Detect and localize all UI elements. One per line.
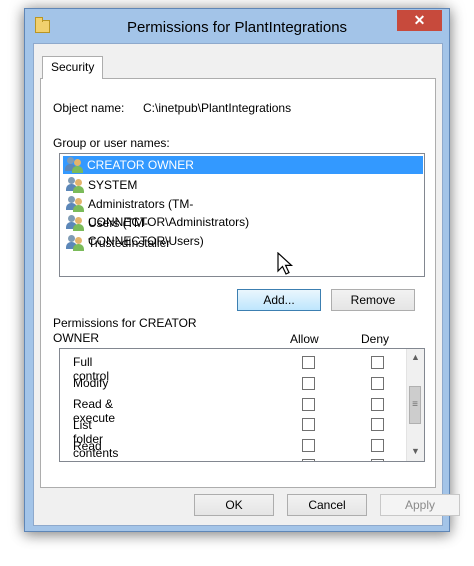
group-names-label: Group or user names: (53, 136, 170, 150)
list-folder-deny-checkbox[interactable] (371, 418, 384, 431)
title-bar[interactable]: Permissions for PlantIntegrations ✕ (25, 9, 449, 43)
close-button[interactable]: ✕ (397, 10, 442, 31)
list-item-creator-owner[interactable]: CREATOR OWNER (63, 156, 423, 174)
scroll-thumb[interactable]: ≡ (409, 386, 421, 424)
object-name-value: C:\inetpub\PlantIntegrations (143, 101, 292, 115)
users-icon (66, 215, 84, 231)
cancel-button[interactable]: Cancel (287, 494, 367, 516)
add-button[interactable]: Add... (237, 289, 321, 311)
list-item-label: TrustedInstaller (88, 236, 171, 250)
read-execute-allow-checkbox[interactable] (302, 398, 315, 411)
permissions-scrollbar[interactable]: ▲ ≡ ▼ (406, 349, 424, 461)
scroll-down-arrow-icon[interactable]: ▼ (407, 443, 424, 460)
read-execute-deny-checkbox[interactable] (371, 398, 384, 411)
users-icon (66, 177, 84, 193)
read-deny-checkbox[interactable] (371, 439, 384, 452)
window-title: Permissions for PlantIntegrations (126, 19, 348, 36)
permissions-dialog: Permissions for PlantIntegrations ✕ Secu… (24, 8, 460, 532)
tab-security[interactable]: Security (42, 56, 104, 79)
scroll-up-arrow-icon[interactable]: ▲ (407, 349, 424, 366)
next-allow-checkbox[interactable] (302, 459, 315, 461)
ok-button[interactable]: OK (194, 494, 274, 516)
permissions-heading-line2: OWNER (53, 331, 99, 345)
remove-button[interactable]: Remove (331, 289, 415, 311)
mouse-pointer-icon (277, 252, 294, 275)
permissions-heading: Permissions for CREATOR (53, 316, 197, 330)
object-name-label: Object name: (53, 101, 125, 115)
users-icon (66, 235, 84, 251)
read-allow-checkbox[interactable] (302, 439, 315, 452)
next-deny-checkbox[interactable] (371, 459, 384, 461)
modify-deny-checkbox[interactable] (371, 377, 384, 390)
apply-button[interactable]: Apply (380, 494, 460, 516)
list-folder-allow-checkbox[interactable] (302, 418, 315, 431)
list-item-label: CREATOR OWNER (87, 158, 194, 172)
list-item-label: SYSTEM (88, 178, 138, 192)
dialog-body: Security Object name: C:\inetpub\PlantIn… (33, 43, 460, 526)
group-user-listbox[interactable]: CREATOR OWNER SYSTEM Administrators (TM-… (59, 153, 425, 277)
users-icon (65, 157, 83, 173)
permission-label: Modify (73, 376, 109, 390)
security-tab-page: Object name: C:\inetpub\PlantIntegration… (40, 78, 436, 488)
permission-label: Read (73, 439, 102, 453)
permissions-list: Full control Modify Read & execute List … (59, 348, 425, 462)
deny-column-header: Deny (361, 332, 390, 346)
users-icon (66, 196, 84, 212)
full-control-deny-checkbox[interactable] (371, 356, 384, 369)
modify-allow-checkbox[interactable] (302, 377, 315, 390)
allow-column-header: Allow (290, 332, 319, 346)
full-control-allow-checkbox[interactable] (302, 356, 315, 369)
